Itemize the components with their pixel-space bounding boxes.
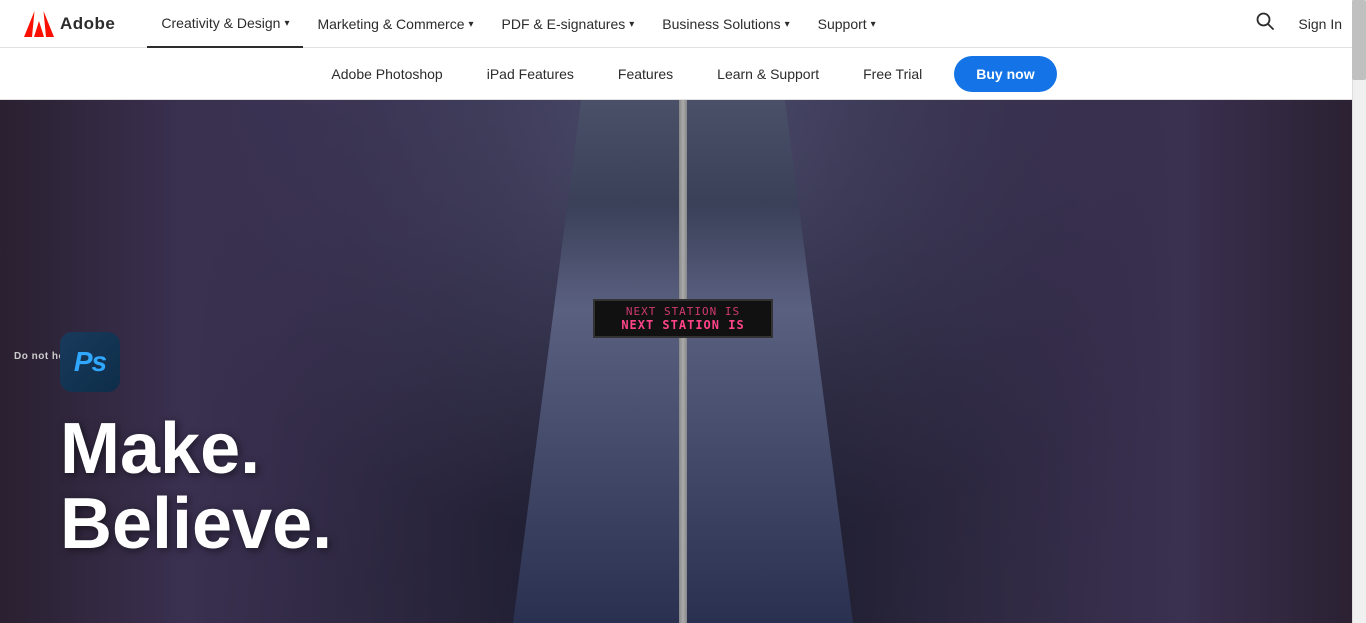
led-display: NEXT STATION IS NEXT STATION IS	[593, 299, 773, 338]
sign-in-link[interactable]: Sign In	[1298, 16, 1342, 32]
sec-nav-trial[interactable]: Free Trial	[841, 48, 944, 100]
sec-nav-features[interactable]: Features	[596, 48, 695, 100]
scrollbar-thumb[interactable]	[1352, 0, 1366, 80]
subway-pole	[679, 100, 687, 623]
top-navigation: Adobe Creativity & Design ▾ Marketing & …	[0, 0, 1366, 48]
nav-item-marketing[interactable]: Marketing & Commerce ▾	[303, 0, 487, 48]
chevron-down-icon: ▾	[629, 19, 634, 30]
hero-section: NEXT STATION IS NEXT STATION IS Do not h…	[0, 100, 1366, 623]
hero-headline: Make. Believe.	[60, 412, 332, 563]
main-nav: Creativity & Design ▾ Marketing & Commer…	[147, 0, 1252, 48]
adobe-logo[interactable]: Adobe	[24, 11, 115, 37]
nav-right-actions: Sign In	[1252, 8, 1342, 39]
chevron-down-icon: ▾	[871, 19, 876, 30]
hero-right-panel	[751, 100, 1366, 623]
hero-content: Ps Make. Believe.	[60, 332, 332, 563]
nav-item-creativity[interactable]: Creativity & Design ▾	[147, 0, 303, 48]
chevron-down-icon: ▾	[785, 19, 790, 30]
adobe-logo-icon	[24, 11, 54, 37]
sec-nav-ipad[interactable]: iPad Features	[465, 48, 596, 100]
search-icon	[1256, 12, 1274, 30]
secondary-navigation: Adobe Photoshop iPad Features Features L…	[0, 48, 1366, 100]
nav-item-business[interactable]: Business Solutions ▾	[648, 0, 803, 48]
sec-nav-photoshop[interactable]: Adobe Photoshop	[309, 48, 464, 100]
buy-now-button[interactable]: Buy now	[954, 56, 1056, 92]
photoshop-icon-badge: Ps	[60, 332, 120, 392]
scrollbar[interactable]	[1352, 0, 1366, 623]
adobe-wordmark: Adobe	[60, 14, 115, 34]
nav-item-support[interactable]: Support ▾	[804, 0, 890, 48]
search-button[interactable]	[1252, 8, 1278, 39]
sec-nav-learn[interactable]: Learn & Support	[695, 48, 841, 100]
nav-item-pdf[interactable]: PDF & E-signatures ▾	[488, 0, 649, 48]
chevron-down-icon: ▾	[284, 18, 289, 29]
chevron-down-icon: ▾	[469, 19, 474, 30]
